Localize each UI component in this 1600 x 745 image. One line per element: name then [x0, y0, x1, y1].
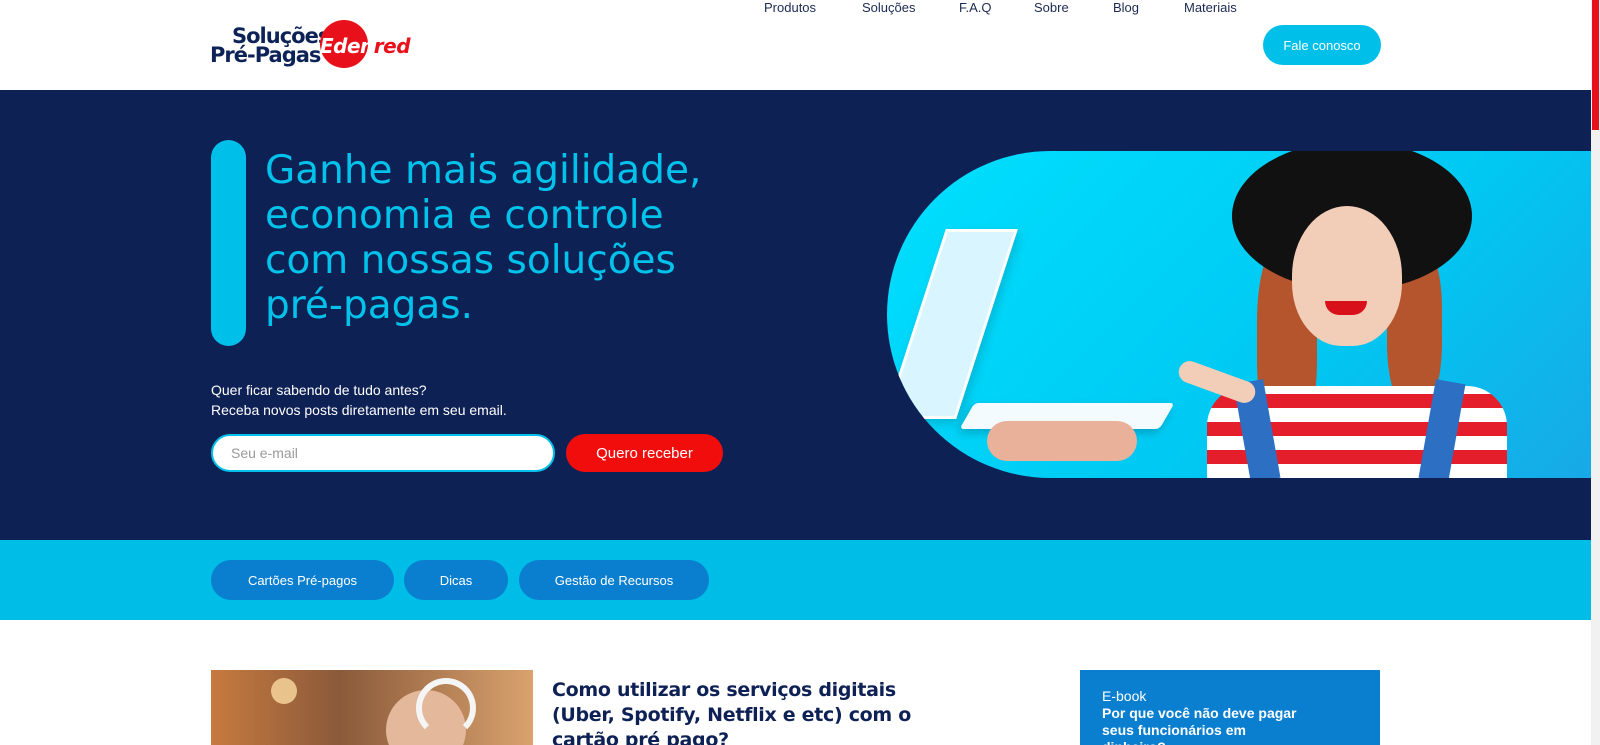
page: Soluções Pré-Pagas Edenred Produtos Solu…: [0, 0, 1600, 745]
nav-produtos[interactable]: Produtos: [764, 0, 816, 15]
ebook-title: Por que você não deve pagar seus funcion…: [1102, 705, 1297, 745]
newsletter-text-line-2: Receba novos posts diretamente em seu em…: [211, 402, 507, 418]
fale-conosco-button[interactable]: Fale conosco: [1263, 25, 1381, 65]
newsletter-text: Quer ficar sabendo de tudo antes? Receba…: [211, 380, 507, 420]
category-cartoes-pre-pagos[interactable]: Cartões Pré-pagos: [211, 560, 394, 600]
article-thumbnail[interactable]: [211, 670, 533, 745]
ebook-label: E-book: [1102, 688, 1147, 704]
logo-line-2: Pré-Pagas: [210, 43, 321, 67]
face-shape: [1292, 206, 1402, 346]
quero-receber-button[interactable]: Quero receber: [566, 434, 723, 472]
scrollbar-thumb[interactable]: [1592, 0, 1599, 130]
newsletter-text-line-1: Quer ficar sabendo de tudo antes?: [211, 382, 427, 398]
laptop-screen-shape: [887, 229, 1018, 419]
email-input[interactable]: [211, 434, 555, 472]
nav-sobre[interactable]: Sobre: [1034, 0, 1069, 15]
ceiling-light-shape: [271, 678, 297, 704]
site-header: Soluções Pré-Pagas Edenred Produtos Solu…: [0, 0, 1591, 90]
nav-materiais[interactable]: Materiais: [1184, 0, 1237, 15]
hero-section: Ganhe mais agilidade, economia e control…: [0, 90, 1591, 540]
ebook-card[interactable]: E-book Por que você não deve pagar seus …: [1080, 670, 1380, 745]
page-scrollbar[interactable]: [1591, 0, 1600, 745]
nav-blog[interactable]: Blog: [1113, 0, 1139, 15]
category-gestao-de-recursos[interactable]: Gestão de Recursos: [519, 560, 709, 600]
headphones-icon: [416, 678, 476, 738]
solucoes-prepagas-edenred-logo[interactable]: Soluções Pré-Pagas Edenred: [210, 18, 411, 72]
hero-image: [887, 151, 1591, 478]
nav-faq[interactable]: F.A.Q: [959, 0, 992, 15]
hero-accent-bar: [211, 140, 246, 346]
article-title-link[interactable]: Como utilizar os serviços digitais (Uber…: [552, 678, 952, 745]
nav-solucoes[interactable]: Soluções: [862, 0, 915, 15]
hero-headline: Ganhe mais agilidade, economia e control…: [265, 148, 702, 328]
hand-shape: [987, 421, 1137, 461]
category-dicas[interactable]: Dicas: [404, 560, 508, 600]
category-bar: Cartões Pré-pagos Dicas Gestão de Recurs…: [0, 540, 1591, 620]
edenred-wordmark: Edenred: [320, 34, 411, 58]
